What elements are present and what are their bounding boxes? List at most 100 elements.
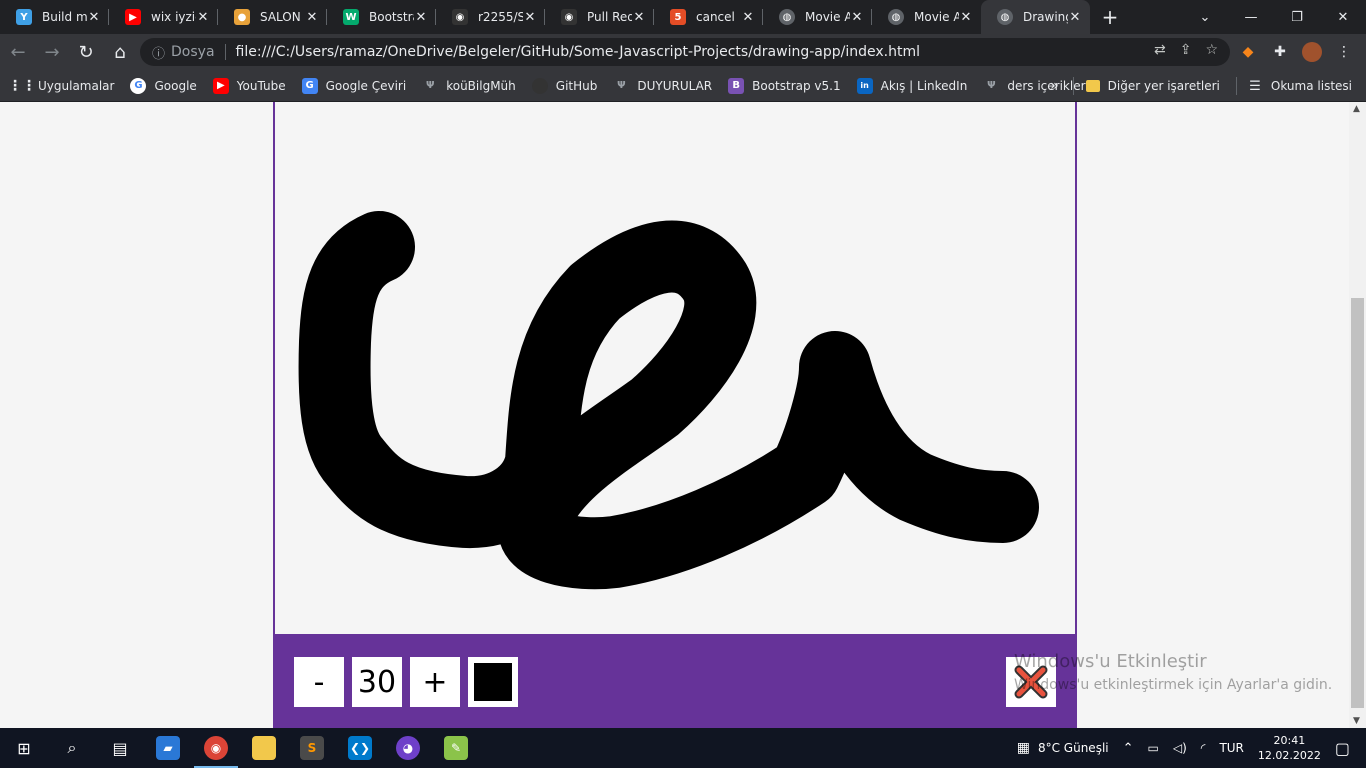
- restore-icon[interactable]: ❐: [1274, 0, 1320, 34]
- bookmark-youtube[interactable]: ▶ YouTube: [212, 77, 286, 94]
- tab-5[interactable]: ◉ Pull Req ✕: [545, 0, 654, 34]
- scroll-up-icon[interactable]: ▲: [1353, 104, 1360, 114]
- address-bar[interactable]: ⓘ Dosya file:///C:/Users/ramaz/OneDrive/…: [140, 38, 1230, 66]
- bookmark-bootstrap[interactable]: B Bootstrap v5.1: [728, 77, 841, 94]
- info-icon[interactable]: ⓘ: [152, 43, 165, 62]
- drawing-stroke: [298, 211, 1039, 590]
- translate-icon[interactable]: ⇄: [1154, 42, 1166, 58]
- bookmark-apps[interactable]: ⋮⋮ Uygulamalar: [8, 78, 114, 94]
- task-view-icon[interactable]: ▤: [96, 728, 144, 768]
- tab-close-icon[interactable]: ✕: [87, 10, 101, 25]
- scheme-label: Dosya: [171, 44, 215, 60]
- taskbar-vscode[interactable]: ❮❯: [336, 728, 384, 768]
- windows-start-icon[interactable]: ⊞: [0, 728, 48, 768]
- tab-close-icon[interactable]: ✕: [196, 10, 210, 25]
- clock[interactable]: 20:41 12.02.2022: [1258, 733, 1321, 763]
- tab-close-icon[interactable]: ✕: [414, 10, 428, 25]
- notification-icon[interactable]: ▢: [1335, 739, 1350, 758]
- bookmark-label: YouTube: [236, 78, 286, 93]
- show-hidden-icons[interactable]: ⌃: [1123, 741, 1134, 756]
- clock-time: 20:41: [1273, 734, 1306, 747]
- tab-title: r2255/Sc: [478, 10, 523, 24]
- tab-8[interactable]: ◍ Movie A ✕: [872, 0, 981, 34]
- wifi-icon[interactable]: ◜: [1201, 741, 1206, 755]
- weather-widget[interactable]: ▦ 8°C Güneşli: [1017, 740, 1109, 756]
- bookmark-label: Bootstrap v5.1: [752, 78, 841, 93]
- increase-size-button[interactable]: +: [410, 657, 460, 707]
- tab-title: cancel: [696, 10, 735, 24]
- tab-title: Movie A: [805, 10, 850, 24]
- taskbar-explorer[interactable]: [240, 728, 288, 768]
- tab-close-icon[interactable]: ✕: [523, 10, 537, 25]
- folder-icon: [252, 736, 276, 760]
- notepad-icon: ✎: [444, 736, 468, 760]
- extensions-puzzle-icon[interactable]: ✚: [1270, 42, 1290, 62]
- yandex-icon: Y: [16, 9, 32, 25]
- w3-icon: W: [343, 9, 359, 25]
- bookmark-kou[interactable]: Ψ koüBilgMüh: [422, 78, 516, 94]
- github-icon: ◉: [561, 9, 577, 25]
- bookmark-google[interactable]: G Google: [130, 77, 197, 94]
- taskbar-notepad[interactable]: ✎: [432, 728, 480, 768]
- new-tab-button[interactable]: +: [1090, 0, 1130, 34]
- tab-close-icon[interactable]: ✕: [305, 10, 319, 25]
- kou-icon: Ψ: [617, 80, 626, 91]
- minimize-icon[interactable]: —: [1228, 0, 1274, 34]
- drawing-canvas[interactable]: [273, 102, 1077, 634]
- url-text[interactable]: file:///C:/Users/ramaz/OneDrive/Belgeler…: [236, 44, 920, 60]
- bootstrap-icon: B: [728, 77, 745, 94]
- tab-4[interactable]: ◉ r2255/Sc ✕: [436, 0, 545, 34]
- bookmark-star-icon[interactable]: ☆: [1205, 42, 1218, 58]
- metamask-icon[interactable]: ◆: [1238, 42, 1258, 62]
- tab-1[interactable]: ▶ wix iyzic ✕: [109, 0, 218, 34]
- taskbar-chrome[interactable]: ◉: [192, 728, 240, 768]
- tab-9-active[interactable]: ◍ Drawing ✕: [981, 0, 1090, 34]
- vertical-scrollbar[interactable]: ▲ ▼: [1349, 102, 1366, 728]
- tab-0[interactable]: Y Build me ✕: [0, 0, 109, 34]
- home-icon[interactable]: ⌂: [104, 36, 136, 68]
- bookmarks-overflow-button[interactable]: »: [1050, 78, 1059, 94]
- reload-icon[interactable]: ↻: [70, 36, 102, 68]
- reading-list-button[interactable]: ☰ Okuma listesi: [1247, 78, 1352, 94]
- tab-search-icon[interactable]: ⌄: [1182, 0, 1228, 34]
- avatar[interactable]: [1302, 42, 1322, 62]
- taskbar-github-desktop[interactable]: ◕: [384, 728, 432, 768]
- tab-close-icon[interactable]: ✕: [741, 10, 755, 25]
- globe-icon: ◍: [997, 9, 1013, 25]
- tab-close-icon[interactable]: ✕: [1068, 10, 1082, 25]
- other-bookmarks-folder[interactable]: Diğer yer işaretleri: [1085, 79, 1220, 93]
- kou-icon: Ψ: [987, 80, 996, 91]
- tab-close-icon[interactable]: ✕: [959, 10, 973, 25]
- close-window-icon[interactable]: ✕: [1320, 0, 1366, 34]
- scroll-thumb[interactable]: [1351, 298, 1364, 708]
- decrease-size-button[interactable]: -: [294, 657, 344, 707]
- github-icon: ◉: [452, 9, 468, 25]
- volume-icon[interactable]: ◁): [1173, 741, 1187, 755]
- forward-arrow-icon[interactable]: →: [36, 36, 68, 68]
- tab-2[interactable]: ● SALON ✕: [218, 0, 327, 34]
- tab-close-icon[interactable]: ✕: [850, 10, 864, 25]
- language-indicator[interactable]: TUR: [1219, 741, 1243, 755]
- scroll-down-icon[interactable]: ▼: [1353, 716, 1360, 726]
- tab-3[interactable]: W Bootstra ✕: [327, 0, 436, 34]
- bookmark-github[interactable]: GitHub: [531, 77, 597, 94]
- tab-6[interactable]: 5 cancel ✕: [654, 0, 763, 34]
- menu-dots-icon[interactable]: ⋮: [1334, 42, 1354, 62]
- tab-7[interactable]: ◍ Movie A ✕: [763, 0, 872, 34]
- taskbar-app[interactable]: ▰: [144, 728, 192, 768]
- translate-icon: G: [301, 77, 318, 94]
- share-icon[interactable]: ⇪: [1180, 42, 1192, 58]
- bookmark-linkedin[interactable]: in Akış | LinkedIn: [856, 77, 967, 94]
- color-picker[interactable]: [468, 657, 518, 707]
- back-arrow-icon[interactable]: ←: [2, 36, 34, 68]
- page-viewport: - 30 + ▲ ▼: [0, 102, 1366, 728]
- taskbar-sublime[interactable]: S: [288, 728, 336, 768]
- google-icon: G: [130, 77, 147, 94]
- search-icon[interactable]: ⌕: [48, 728, 96, 768]
- tab-title: Pull Req: [587, 10, 632, 24]
- bookmark-google-translate[interactable]: G Google Çeviri: [301, 77, 406, 94]
- bookmark-label: Okuma listesi: [1270, 79, 1352, 93]
- bookmark-duyurular[interactable]: Ψ DUYURULAR: [613, 78, 712, 94]
- battery-icon[interactable]: ▭: [1148, 741, 1159, 755]
- tab-close-icon[interactable]: ✕: [632, 10, 646, 25]
